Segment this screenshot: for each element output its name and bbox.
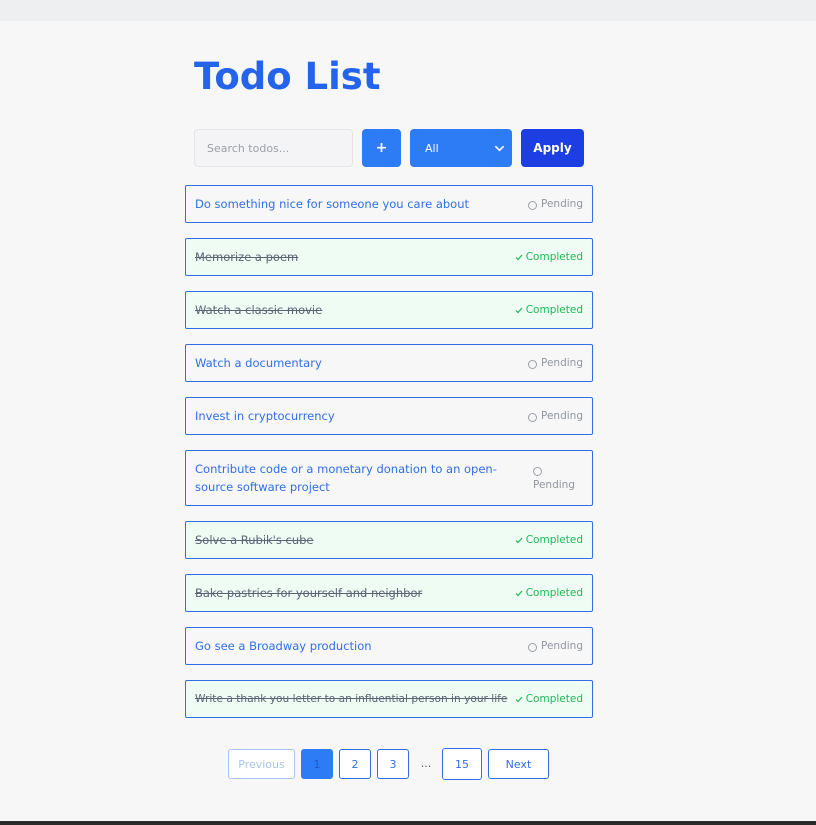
search-input[interactable]: [194, 129, 353, 167]
check-icon: [515, 254, 523, 260]
pending-circle-icon: [528, 200, 538, 210]
todo-item[interactable]: Write a thank you letter to an influenti…: [185, 680, 593, 718]
pending-circle-icon: [528, 359, 538, 369]
check-icon: [515, 696, 523, 702]
todo-status-label: Pending: [541, 410, 583, 422]
todo-text: Do something nice for someone you care a…: [195, 197, 469, 211]
check-icon: [515, 537, 523, 543]
bottom-band: [0, 821, 816, 825]
todo-status-label: Completed: [525, 534, 583, 546]
todo-status-label: Completed: [525, 693, 583, 705]
todo-item[interactable]: Watch a documentary Pending: [185, 344, 593, 382]
todo-status-label: Pending: [541, 640, 583, 652]
chevron-down-icon: [495, 145, 504, 152]
page-title: Todo List: [194, 55, 381, 98]
todo-status: Pending: [528, 410, 583, 422]
page-button-1[interactable]: 1: [301, 749, 333, 779]
todo-status-label: Completed: [525, 587, 583, 599]
todo-status: Pending: [528, 198, 583, 210]
apply-button[interactable]: Apply: [521, 129, 584, 167]
pending-circle-icon: [533, 467, 542, 476]
page-button-3[interactable]: 3: [377, 749, 409, 779]
todo-text: Bake pastries for yourself and neighbor: [195, 586, 423, 600]
todo-status: Completed: [515, 251, 583, 263]
todo-status: Pending: [528, 640, 583, 652]
filter-select-value: All: [425, 141, 439, 155]
pagination-ellipsis: ...: [420, 757, 432, 770]
page-button-15[interactable]: 15: [442, 748, 482, 780]
todo-status-label: Pending: [541, 198, 583, 210]
todo-text: Memorize a poem: [195, 250, 299, 264]
todo-item[interactable]: Solve a Rubik's cube Completed: [185, 521, 593, 559]
todo-status-label: Pending: [541, 357, 583, 369]
todo-item[interactable]: Invest in cryptocurrency Pending: [185, 397, 593, 435]
top-band: [0, 0, 816, 21]
check-icon: [515, 590, 523, 596]
todo-status: Completed: [515, 304, 583, 316]
check-icon: [515, 307, 523, 313]
todo-text: Solve a Rubik's cube: [195, 533, 314, 547]
todo-item[interactable]: Contribute code or a monetary donation t…: [185, 450, 593, 506]
todo-status: Pending: [528, 357, 583, 369]
todo-text: Watch a documentary: [195, 356, 322, 370]
filter-select[interactable]: All: [410, 129, 512, 167]
todo-status: Completed: [515, 587, 583, 599]
todo-text: Contribute code or a monetary donation t…: [195, 462, 497, 494]
todo-text: Invest in cryptocurrency: [195, 409, 335, 423]
page-button-2[interactable]: 2: [339, 749, 371, 779]
todo-status-label: Completed: [525, 304, 583, 316]
todo-status: Completed: [515, 534, 583, 546]
todo-status: Completed: [515, 693, 583, 705]
todo-text: Go see a Broadway production: [195, 639, 372, 653]
todo-status-label: Completed: [525, 251, 583, 263]
todo-status: Pending: [533, 465, 583, 491]
todo-item[interactable]: Do something nice for someone you care a…: [185, 185, 593, 223]
pending-circle-icon: [528, 642, 538, 652]
pending-circle-icon: [528, 412, 538, 422]
todo-item[interactable]: Bake pastries for yourself and neighbor …: [185, 574, 593, 612]
todo-item[interactable]: Go see a Broadway production Pending: [185, 627, 593, 665]
add-todo-button[interactable]: +: [362, 129, 401, 167]
todo-text: Write a thank you letter to an influenti…: [195, 693, 508, 705]
todo-text: Watch a classic movie: [195, 303, 323, 317]
todo-item[interactable]: Watch a classic movie Completed: [185, 291, 593, 329]
todo-status-label: Pending: [533, 479, 575, 491]
next-page-button[interactable]: Next: [488, 749, 549, 779]
todo-item[interactable]: Memorize a poem Completed: [185, 238, 593, 276]
previous-page-button[interactable]: Previous: [228, 749, 295, 779]
